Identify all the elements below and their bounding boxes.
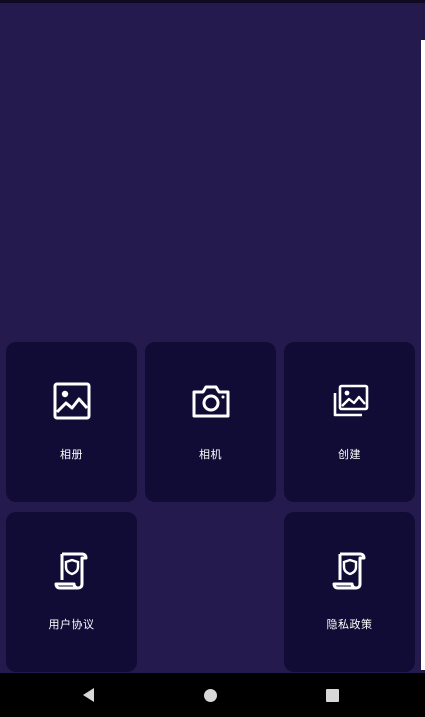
user-agreement-label: 用户协议 <box>48 618 95 631</box>
recent-apps-button[interactable] <box>302 673 362 717</box>
recent-apps-icon <box>325 688 339 702</box>
document-shield-icon <box>51 550 93 592</box>
screen-edge <box>421 40 425 670</box>
privacy-policy-tile[interactable]: 隐私政策 <box>284 512 415 672</box>
home-icon <box>203 688 217 702</box>
home-button[interactable] <box>180 673 240 717</box>
camera-tile[interactable]: 相机 <box>145 342 276 502</box>
user-agreement-tile[interactable]: 用户协议 <box>6 512 137 672</box>
camera-label: 相机 <box>199 448 222 461</box>
image-icon <box>51 380 93 422</box>
document-shield-icon <box>329 550 371 592</box>
back-icon <box>82 688 94 702</box>
create-label: 创建 <box>338 448 361 461</box>
back-button[interactable] <box>58 673 118 717</box>
album-tile[interactable]: 相册 <box>6 342 137 502</box>
system-navigation-bar <box>0 673 425 717</box>
create-tile[interactable]: 创建 <box>284 342 415 502</box>
album-label: 相册 <box>60 448 83 461</box>
privacy-policy-label: 隐私政策 <box>326 618 373 631</box>
camera-icon <box>190 380 232 422</box>
menu-grid: 相册 相机 创建 用户协议 隐私政策 <box>6 342 415 672</box>
photos-icon <box>329 380 371 422</box>
